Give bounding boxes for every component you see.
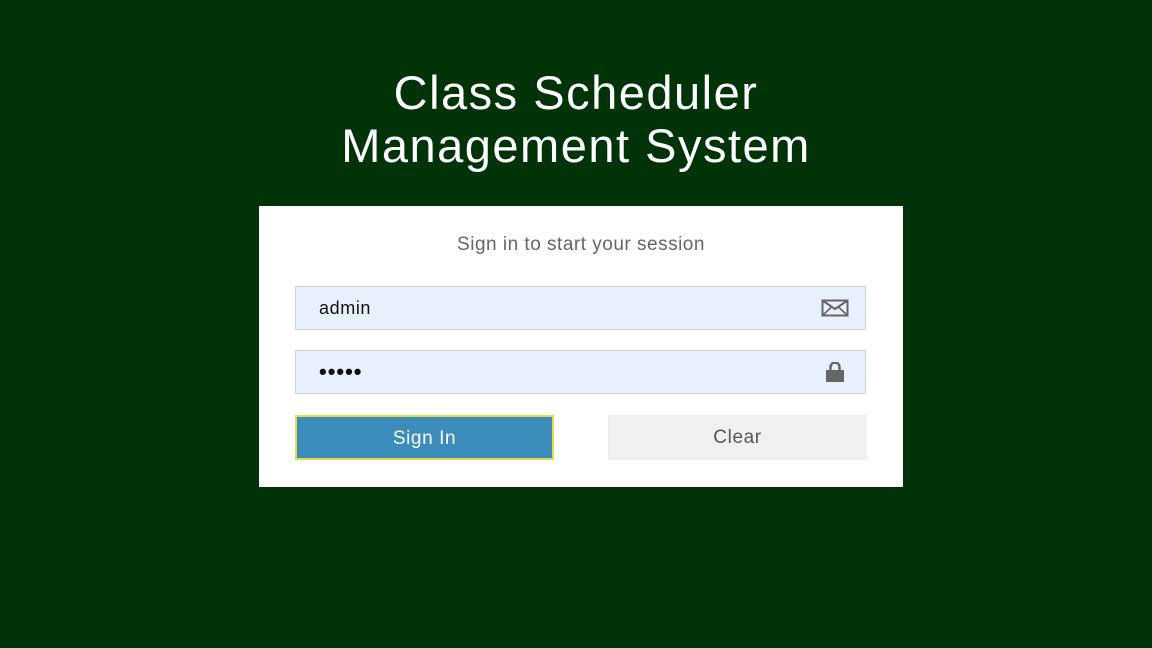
app-title-line-1: Class Scheduler — [393, 66, 759, 119]
lock-icon — [826, 362, 844, 382]
password-field[interactable] — [295, 350, 866, 394]
username-input[interactable] — [296, 287, 796, 329]
login-message: Sign in to start your session — [457, 234, 705, 255]
login-box: Sign in to start your session Sign In Cl… — [259, 206, 903, 487]
app-title: Class Scheduler Management System — [0, 66, 1152, 172]
username-field[interactable] — [295, 286, 866, 330]
password-input[interactable] — [296, 351, 796, 393]
envelope-icon — [821, 299, 849, 317]
app-title-line-2: Management System — [341, 119, 811, 172]
sign-in-button[interactable]: Sign In — [295, 415, 554, 460]
clear-button[interactable]: Clear — [608, 415, 867, 460]
